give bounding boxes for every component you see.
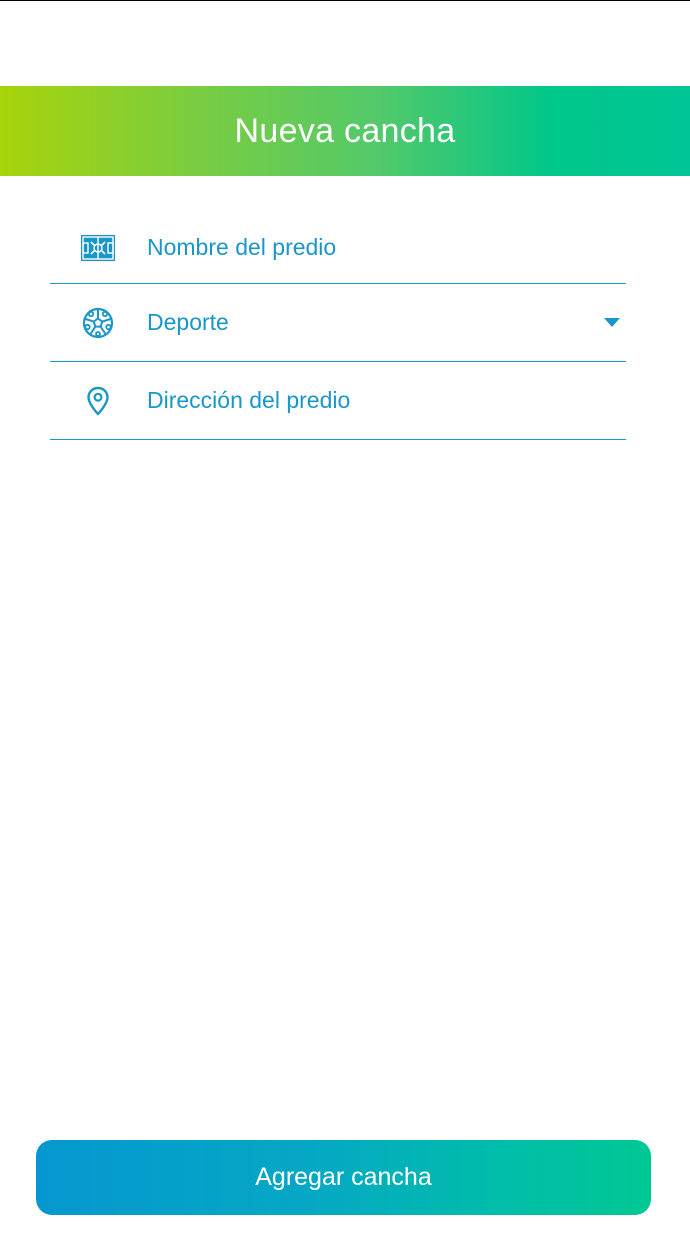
- soccer-field-icon: [80, 230, 116, 266]
- header-bar: Nueva cancha: [0, 86, 690, 176]
- location-pin-icon: [80, 383, 116, 419]
- sport-select[interactable]: Deporte: [50, 284, 626, 362]
- venue-address-placeholder: Dirección del predio: [147, 387, 351, 413]
- venue-address-field[interactable]: Dirección del predio: [50, 362, 626, 440]
- sport-select-placeholder: Deporte: [147, 309, 229, 335]
- page-title: Nueva cancha: [234, 111, 456, 150]
- court-form: Nombre del predio Deporte Dirección del …: [50, 212, 626, 440]
- top-border: [0, 0, 690, 1]
- venue-name-placeholder: Nombre del predio: [147, 234, 337, 260]
- soccer-ball-icon: [80, 305, 116, 341]
- new-court-screen: Nueva cancha Nombre del predio Deporte D…: [0, 0, 690, 1246]
- add-court-button[interactable]: Agregar cancha: [36, 1140, 651, 1215]
- add-court-button-label: Agregar cancha: [255, 1163, 432, 1191]
- venue-name-field[interactable]: Nombre del predio: [50, 212, 626, 284]
- caret-down-icon[interactable]: [604, 318, 620, 327]
